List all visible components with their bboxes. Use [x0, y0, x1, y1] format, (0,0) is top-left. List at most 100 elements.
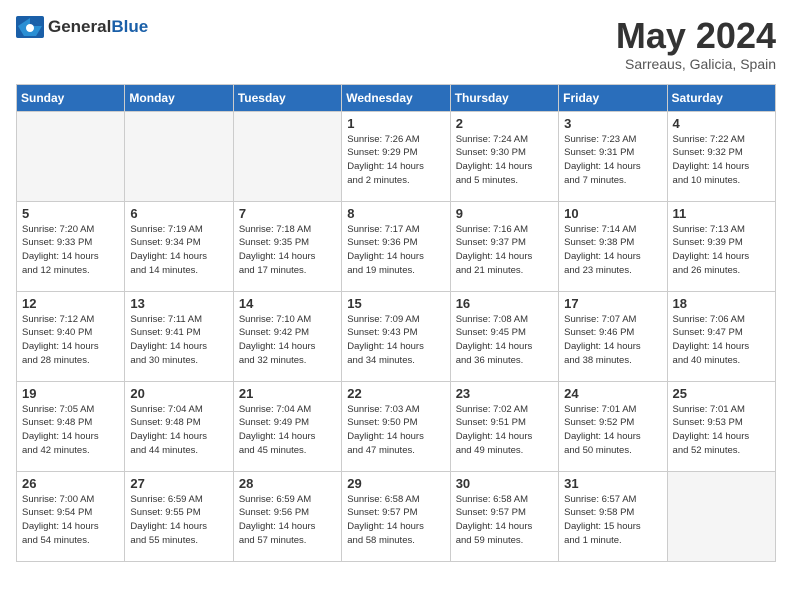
location-subtitle: Sarreaus, Galicia, Spain: [616, 56, 776, 72]
calendar-cell: 9 Sunrise: 7:16 AM Sunset: 9:37 PM Daylig…: [450, 201, 558, 291]
weekday-header-saturday: Saturday: [667, 84, 775, 111]
day-info: Sunrise: 7:16 AM Sunset: 9:37 PM Dayligh…: [456, 223, 553, 278]
weekday-row: SundayMondayTuesdayWednesdayThursdayFrid…: [17, 84, 776, 111]
day-info: Sunrise: 6:58 AM Sunset: 9:57 PM Dayligh…: [347, 493, 444, 548]
calendar-cell: 21 Sunrise: 7:04 AM Sunset: 9:49 PM Dayli…: [233, 381, 341, 471]
day-number: 21: [239, 386, 336, 401]
day-info: Sunrise: 7:18 AM Sunset: 9:35 PM Dayligh…: [239, 223, 336, 278]
calendar-cell: 12Sunrise: 7:12 AM Sunset: 9:40 PM Dayli…: [17, 291, 125, 381]
day-number: 5: [22, 206, 119, 221]
day-number: 1: [347, 116, 444, 131]
calendar-cell: 19Sunrise: 7:05 AM Sunset: 9:48 PM Dayli…: [17, 381, 125, 471]
day-number: 12: [22, 296, 119, 311]
calendar-cell: 23 Sunrise: 7:02 AM Sunset: 9:51 PM Dayli…: [450, 381, 558, 471]
weekday-header-thursday: Thursday: [450, 84, 558, 111]
day-info: Sunrise: 7:13 AM Sunset: 9:39 PM Dayligh…: [673, 223, 770, 278]
calendar-cell: 24 Sunrise: 7:01 AM Sunset: 9:52 PM Dayli…: [559, 381, 667, 471]
day-number: 29: [347, 476, 444, 491]
day-info: Sunrise: 7:01 AM Sunset: 9:52 PM Dayligh…: [564, 403, 661, 458]
day-number: 16: [456, 296, 553, 311]
calendar-week-2: 12Sunrise: 7:12 AM Sunset: 9:40 PM Dayli…: [17, 291, 776, 381]
calendar-cell: 26 Sunrise: 7:00 AM Sunset: 9:54 PM Dayli…: [17, 471, 125, 561]
calendar-cell: 6Sunrise: 7:19 AM Sunset: 9:34 PM Daylig…: [125, 201, 233, 291]
calendar-cell: 8 Sunrise: 7:17 AM Sunset: 9:36 PM Daylig…: [342, 201, 450, 291]
calendar-header: SundayMondayTuesdayWednesdayThursdayFrid…: [17, 84, 776, 111]
day-info: Sunrise: 7:02 AM Sunset: 9:51 PM Dayligh…: [456, 403, 553, 458]
day-info: Sunrise: 7:22 AM Sunset: 9:32 PM Dayligh…: [673, 133, 770, 188]
day-number: 8: [347, 206, 444, 221]
day-info: Sunrise: 7:06 AM Sunset: 9:47 PM Dayligh…: [673, 313, 770, 368]
calendar-cell: 20Sunrise: 7:04 AM Sunset: 9:48 PM Dayli…: [125, 381, 233, 471]
day-number: 20: [130, 386, 227, 401]
calendar-cell: 29 Sunrise: 6:58 AM Sunset: 9:57 PM Dayli…: [342, 471, 450, 561]
logo: GeneralBlue: [16, 16, 148, 38]
day-info: Sunrise: 7:14 AM Sunset: 9:38 PM Dayligh…: [564, 223, 661, 278]
day-number: 13: [130, 296, 227, 311]
calendar-cell: 27Sunrise: 6:59 AM Sunset: 9:55 PM Dayli…: [125, 471, 233, 561]
day-info: Sunrise: 7:10 AM Sunset: 9:42 PM Dayligh…: [239, 313, 336, 368]
calendar-cell: 2 Sunrise: 7:24 AM Sunset: 9:30 PM Daylig…: [450, 111, 558, 201]
day-info: Sunrise: 7:08 AM Sunset: 9:45 PM Dayligh…: [456, 313, 553, 368]
calendar-cell: 16 Sunrise: 7:08 AM Sunset: 9:45 PM Dayli…: [450, 291, 558, 381]
calendar-cell: 30 Sunrise: 6:58 AM Sunset: 9:57 PM Dayli…: [450, 471, 558, 561]
calendar-cell: [17, 111, 125, 201]
day-number: 15: [347, 296, 444, 311]
calendar-cell: 25Sunrise: 7:01 AM Sunset: 9:53 PM Dayli…: [667, 381, 775, 471]
day-info: Sunrise: 7:11 AM Sunset: 9:41 PM Dayligh…: [130, 313, 227, 368]
title-block: May 2024 Sarreaus, Galicia, Spain: [616, 16, 776, 72]
day-number: 24: [564, 386, 661, 401]
day-number: 30: [456, 476, 553, 491]
calendar-week-4: 26 Sunrise: 7:00 AM Sunset: 9:54 PM Dayli…: [17, 471, 776, 561]
day-info: Sunrise: 7:04 AM Sunset: 9:49 PM Dayligh…: [239, 403, 336, 458]
day-info: Sunrise: 6:58 AM Sunset: 9:57 PM Dayligh…: [456, 493, 553, 548]
weekday-header-wednesday: Wednesday: [342, 84, 450, 111]
calendar-cell: 31Sunrise: 6:57 AM Sunset: 9:58 PM Dayli…: [559, 471, 667, 561]
day-number: 23: [456, 386, 553, 401]
calendar-week-1: 5Sunrise: 7:20 AM Sunset: 9:33 PM Daylig…: [17, 201, 776, 291]
logo-blue: Blue: [111, 17, 148, 36]
day-info: Sunrise: 6:59 AM Sunset: 9:56 PM Dayligh…: [239, 493, 336, 548]
day-info: Sunrise: 7:24 AM Sunset: 9:30 PM Dayligh…: [456, 133, 553, 188]
day-info: Sunrise: 7:17 AM Sunset: 9:36 PM Dayligh…: [347, 223, 444, 278]
page-header: GeneralBlue May 2024 Sarreaus, Galicia, …: [16, 16, 776, 72]
calendar-cell: 10Sunrise: 7:14 AM Sunset: 9:38 PM Dayli…: [559, 201, 667, 291]
calendar-cell: 14Sunrise: 7:10 AM Sunset: 9:42 PM Dayli…: [233, 291, 341, 381]
calendar-cell: 17Sunrise: 7:07 AM Sunset: 9:46 PM Dayli…: [559, 291, 667, 381]
weekday-header-sunday: Sunday: [17, 84, 125, 111]
calendar-week-0: 1 Sunrise: 7:26 AM Sunset: 9:29 PM Daylig…: [17, 111, 776, 201]
calendar-week-3: 19Sunrise: 7:05 AM Sunset: 9:48 PM Dayli…: [17, 381, 776, 471]
day-number: 6: [130, 206, 227, 221]
calendar-cell: 28Sunrise: 6:59 AM Sunset: 9:56 PM Dayli…: [233, 471, 341, 561]
month-title: May 2024: [616, 16, 776, 56]
calendar-cell: [125, 111, 233, 201]
day-number: 26: [22, 476, 119, 491]
calendar-cell: 13 Sunrise: 7:11 AM Sunset: 9:41 PM Dayli…: [125, 291, 233, 381]
calendar-cell: 22Sunrise: 7:03 AM Sunset: 9:50 PM Dayli…: [342, 381, 450, 471]
day-info: Sunrise: 7:07 AM Sunset: 9:46 PM Dayligh…: [564, 313, 661, 368]
day-info: Sunrise: 7:00 AM Sunset: 9:54 PM Dayligh…: [22, 493, 119, 548]
calendar-cell: [667, 471, 775, 561]
day-number: 11: [673, 206, 770, 221]
weekday-header-friday: Friday: [559, 84, 667, 111]
day-info: Sunrise: 7:26 AM Sunset: 9:29 PM Dayligh…: [347, 133, 444, 188]
day-number: 4: [673, 116, 770, 131]
calendar-cell: 4 Sunrise: 7:22 AM Sunset: 9:32 PM Daylig…: [667, 111, 775, 201]
day-info: Sunrise: 7:23 AM Sunset: 9:31 PM Dayligh…: [564, 133, 661, 188]
calendar-cell: 7 Sunrise: 7:18 AM Sunset: 9:35 PM Daylig…: [233, 201, 341, 291]
calendar-cell: 18 Sunrise: 7:06 AM Sunset: 9:47 PM Dayli…: [667, 291, 775, 381]
day-number: 2: [456, 116, 553, 131]
day-info: Sunrise: 7:01 AM Sunset: 9:53 PM Dayligh…: [673, 403, 770, 458]
day-info: Sunrise: 7:03 AM Sunset: 9:50 PM Dayligh…: [347, 403, 444, 458]
day-number: 18: [673, 296, 770, 311]
day-number: 9: [456, 206, 553, 221]
calendar-cell: 1 Sunrise: 7:26 AM Sunset: 9:29 PM Daylig…: [342, 111, 450, 201]
calendar-cell: 5Sunrise: 7:20 AM Sunset: 9:33 PM Daylig…: [17, 201, 125, 291]
day-info: Sunrise: 7:09 AM Sunset: 9:43 PM Dayligh…: [347, 313, 444, 368]
calendar-cell: 3 Sunrise: 7:23 AM Sunset: 9:31 PM Daylig…: [559, 111, 667, 201]
day-number: 27: [130, 476, 227, 491]
day-number: 31: [564, 476, 661, 491]
logo-text: GeneralBlue: [48, 17, 148, 37]
day-number: 7: [239, 206, 336, 221]
day-number: 3: [564, 116, 661, 131]
calendar-cell: 15 Sunrise: 7:09 AM Sunset: 9:43 PM Dayli…: [342, 291, 450, 381]
